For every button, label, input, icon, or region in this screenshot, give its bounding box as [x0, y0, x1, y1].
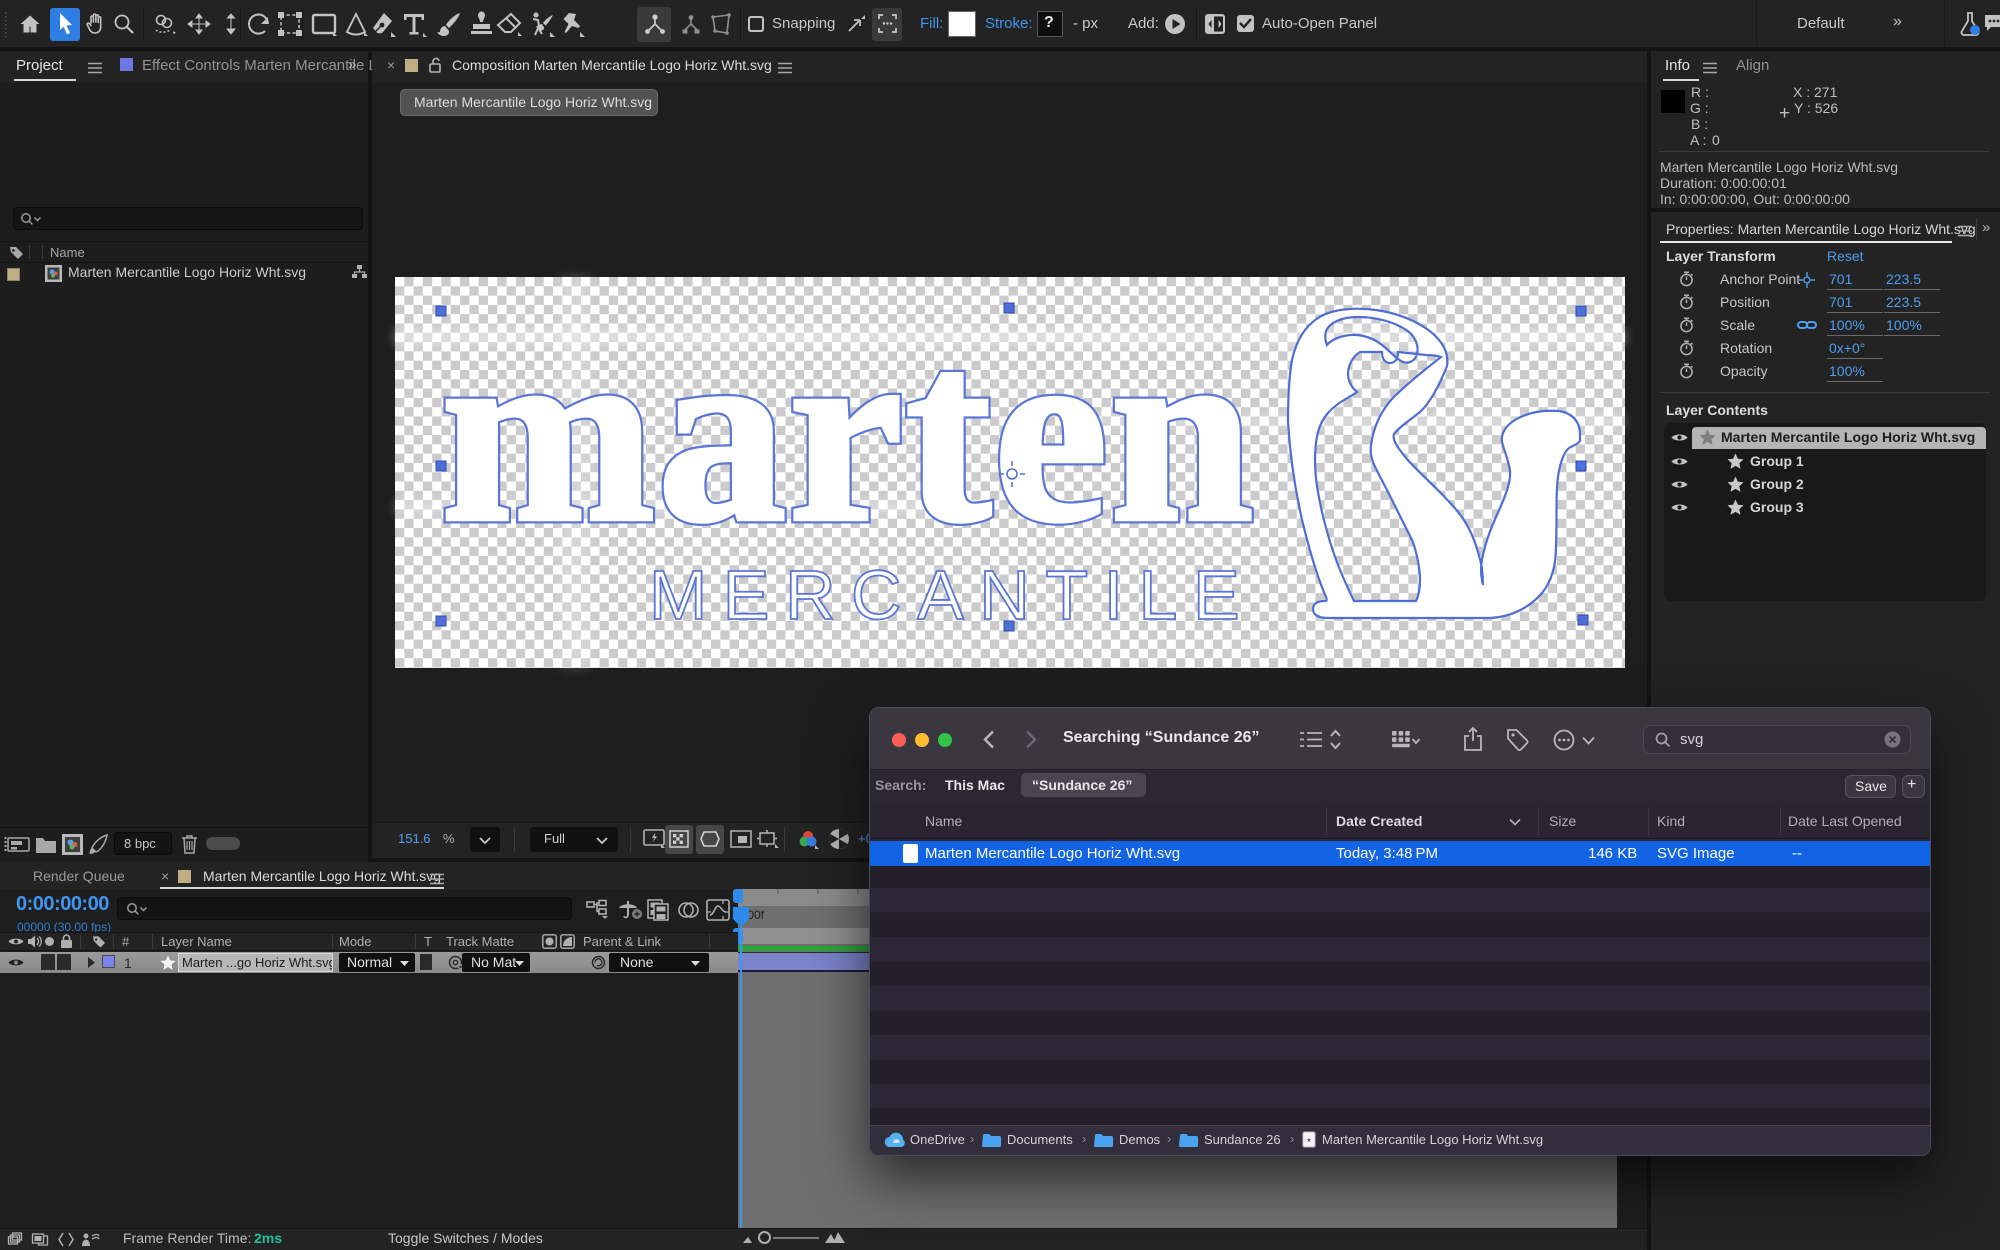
svg-text:★: ★ [1306, 1137, 1311, 1144]
